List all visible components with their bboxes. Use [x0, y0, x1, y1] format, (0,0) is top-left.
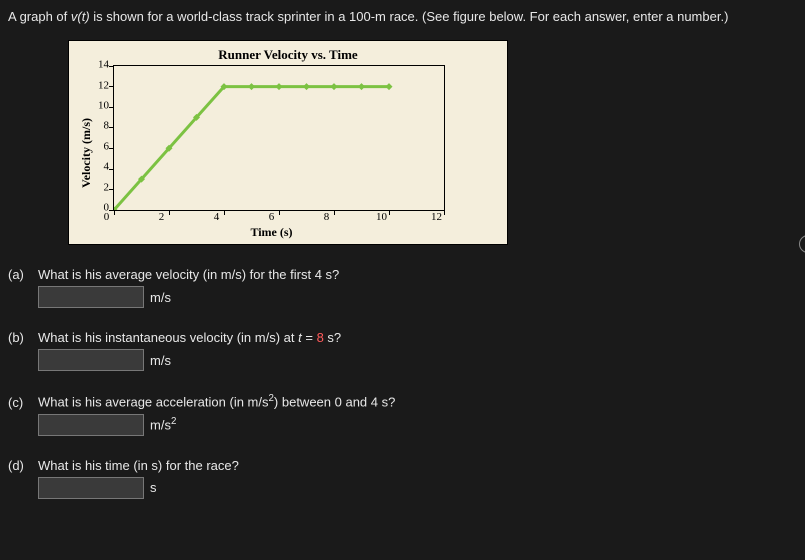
question-c-text: What is his average acceleration (in m/s…: [38, 393, 395, 409]
unit-a: m/s: [150, 290, 171, 305]
unit-d: s: [150, 480, 157, 495]
y-axis-label: Velocity (m/s): [79, 118, 94, 188]
unit-c: m/s2: [150, 416, 176, 432]
answer-input-b[interactable]: [38, 349, 144, 371]
question-d: (d) What is his time (in s) for the race…: [8, 458, 797, 499]
question-b: (b) What is his instantaneous velocity (…: [8, 330, 797, 371]
question-c: (c) What is his average acceleration (in…: [8, 393, 797, 435]
plot-svg: [114, 66, 444, 210]
prompt-post: is shown for a world-class track sprinte…: [90, 9, 729, 24]
question-a-text: What is his average velocity (in m/s) fo…: [38, 267, 339, 282]
y-ticks: 14121086420: [98, 65, 109, 209]
problem-prompt: A graph of v(t) is shown for a world-cla…: [8, 8, 797, 26]
unit-b: m/s: [150, 353, 171, 368]
chart-container: Runner Velocity vs. Time Velocity (m/s) …: [68, 40, 797, 245]
x-ticks: 024681012: [107, 211, 437, 225]
question-a-label: (a): [8, 267, 38, 282]
question-b-label: (b): [8, 330, 38, 345]
x-axis-label: Time (s): [250, 225, 292, 240]
prompt-pre: A graph of: [8, 9, 71, 24]
t-value: 8: [317, 330, 324, 345]
question-a: (a) What is his average velocity (in m/s…: [8, 267, 797, 308]
question-d-text: What is his time (in s) for the race?: [38, 458, 239, 473]
answer-input-a[interactable]: [38, 286, 144, 308]
chart-panel: Runner Velocity vs. Time Velocity (m/s) …: [68, 40, 508, 245]
question-b-text: What is his instantaneous velocity (in m…: [38, 330, 341, 345]
question-d-label: (d): [8, 458, 38, 473]
question-c-label: (c): [8, 395, 38, 410]
answer-input-c[interactable]: [38, 414, 144, 436]
chart-title: Runner Velocity vs. Time: [79, 47, 497, 63]
info-icon[interactable]: i: [799, 235, 805, 253]
prompt-vt: v(t): [71, 9, 90, 24]
answer-input-d[interactable]: [38, 477, 144, 499]
plot-area: [113, 65, 445, 211]
